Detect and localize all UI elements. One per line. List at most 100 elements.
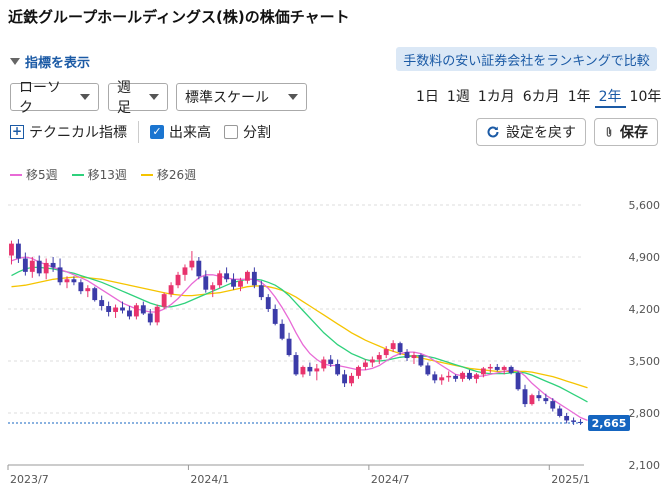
period-2y[interactable]: 2年 — [594, 86, 626, 108]
candle-body — [425, 365, 431, 375]
candle-body — [99, 300, 105, 307]
candle-body — [571, 420, 577, 422]
candle-body — [494, 366, 500, 370]
technical-indicators-label: テクニカル指標 — [29, 125, 127, 141]
candle — [432, 371, 438, 384]
y-tick-label: 3,500 — [629, 355, 661, 368]
candle-body — [258, 285, 264, 298]
candle-body — [140, 305, 146, 314]
candle — [356, 365, 361, 379]
candle-body — [564, 415, 570, 421]
candle-body — [342, 374, 348, 384]
candle — [127, 306, 132, 320]
period-6m[interactable]: 6カ月 — [519, 86, 564, 108]
candle — [536, 390, 542, 402]
candle-body — [182, 267, 188, 275]
candle — [196, 257, 202, 280]
interval-select[interactable]: 週足 — [108, 80, 168, 116]
volume-checkbox[interactable]: ✓ 出来高 — [150, 122, 211, 142]
candle — [321, 356, 327, 372]
candle-body — [22, 258, 28, 272]
candle-body — [161, 294, 167, 307]
split-checkbox[interactable]: 分割 — [224, 122, 271, 142]
candle-body — [29, 260, 35, 272]
candle-body — [529, 395, 535, 405]
candle-body — [231, 279, 236, 287]
y-tick-label: 4,200 — [629, 303, 661, 316]
candle-body — [369, 359, 375, 363]
legend-ma26-label: 移26週 — [156, 168, 197, 182]
period-1w[interactable]: 1週 — [443, 86, 474, 108]
candle — [106, 301, 112, 317]
save-button[interactable]: 保存 — [594, 118, 658, 146]
candle-body — [71, 279, 77, 283]
candle-body — [238, 280, 243, 287]
period-10y[interactable]: 10年 — [626, 86, 666, 108]
candle-body — [328, 359, 334, 364]
technical-indicators-button[interactable]: + テクニカル指標 — [10, 122, 127, 142]
period-1m[interactable]: 1カ月 — [474, 86, 519, 108]
legend-ma13-label: 移13週 — [87, 168, 127, 182]
period-1d[interactable]: 1日 — [412, 86, 443, 108]
candle-body — [418, 355, 424, 366]
candle — [92, 286, 98, 302]
x-tick-label: 2024/1 — [190, 473, 229, 486]
candle — [217, 270, 223, 289]
legend-ma13: 移13週 — [71, 166, 127, 183]
triangle-down-icon — [10, 58, 20, 65]
x-tick-label: 2023/7 — [10, 473, 49, 486]
candle — [425, 362, 431, 376]
candle-body — [487, 366, 493, 369]
candle — [57, 258, 63, 286]
candle-body — [432, 374, 438, 381]
candle-body — [265, 297, 271, 309]
legend-ma26-swatch — [140, 173, 153, 176]
candle-body — [356, 366, 361, 376]
scale-select[interactable]: 標準スケール — [176, 83, 307, 111]
candle — [175, 271, 181, 289]
period-1y[interactable]: 1年 — [564, 86, 595, 108]
candle — [251, 267, 257, 289]
candle-body — [300, 366, 306, 375]
candle — [272, 304, 278, 326]
legend-ma5: 移5週 — [10, 166, 58, 183]
show-indicators-toggle[interactable]: 指標を表示 — [10, 52, 90, 71]
candle-body — [480, 368, 486, 375]
candle-body — [175, 274, 181, 286]
candle-body — [501, 366, 507, 370]
volume-label: 出来高 — [169, 125, 211, 141]
legend-ma5-label: 移5週 — [26, 168, 58, 182]
ma26-series-line — [11, 276, 588, 389]
scale-value: 標準スケール — [185, 90, 269, 106]
page-title: 近鉄グループホールディングス(株)の株価チャート — [8, 8, 350, 26]
reset-settings-button[interactable]: 設定を戻す — [476, 118, 586, 146]
split-label: 分割 — [243, 125, 271, 141]
candle-body — [127, 310, 132, 317]
candle-body — [536, 395, 542, 399]
candle-body — [50, 262, 56, 268]
candle — [418, 353, 424, 367]
candle-body — [286, 338, 292, 356]
candle-body — [376, 355, 382, 360]
candle — [342, 369, 348, 387]
candle — [189, 251, 195, 271]
price-chart[interactable]: 5,600 4,900 4,200 3,500 2,800 2,100 2023/7 2024… — [0, 185, 667, 502]
refresh-icon — [487, 126, 499, 138]
save-label: 保存 — [620, 125, 648, 141]
candle-body — [321, 359, 327, 369]
chart-type-select[interactable]: ローソク — [10, 80, 99, 116]
last-price-label: 2,665 — [592, 417, 627, 430]
candle-body — [335, 363, 341, 375]
broker-ranking-link[interactable]: 手数料の安い証券会社をランキングで比較 — [396, 47, 657, 71]
candle-body — [550, 401, 556, 409]
candle — [133, 303, 139, 320]
candle — [543, 393, 549, 405]
candle — [293, 352, 299, 376]
paperclip-icon — [606, 127, 612, 137]
candle-body — [106, 306, 112, 312]
candle-body — [279, 323, 285, 339]
candle — [369, 356, 375, 367]
candle — [557, 405, 563, 418]
x-tick-label: 2024/7 — [371, 473, 410, 486]
candle — [244, 270, 250, 284]
